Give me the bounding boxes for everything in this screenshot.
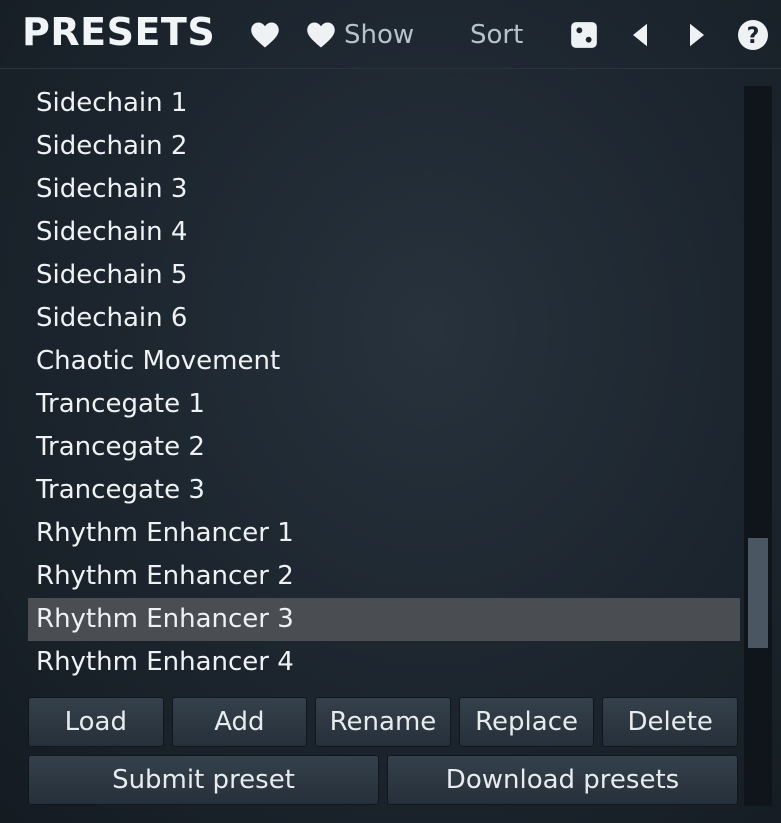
show-label: Show — [344, 20, 415, 50]
preset-list-item[interactable]: Chaotic Movement — [28, 340, 740, 383]
presets-panel: PRESETS Show Sort ? Sidechain 1 Sidechai… — [0, 0, 781, 823]
preset-list: Sidechain 1 Sidechain 2 Sidechain 3 Sidecha… — [28, 82, 740, 684]
preset-list-item[interactable]: Sidechain 6 — [28, 297, 740, 340]
download-presets-button[interactable]: Download presets — [387, 755, 738, 805]
question-circle-icon: ? — [738, 20, 768, 50]
preset-list-scrollbar[interactable] — [744, 86, 772, 806]
triangle-left-icon — [633, 23, 647, 47]
favorite-button[interactable] — [250, 18, 280, 52]
delete-button[interactable]: Delete — [602, 697, 738, 747]
rename-button[interactable]: Rename — [315, 697, 451, 747]
load-button[interactable]: Load — [28, 697, 164, 747]
preset-list-item[interactable]: Trancegate 2 — [28, 426, 740, 469]
preset-list-item[interactable]: Sidechain 2 — [28, 125, 740, 168]
preset-list-item[interactable]: Rhythm Enhancer 3 — [28, 598, 740, 641]
scrollbar-thumb[interactable] — [748, 538, 768, 648]
preset-list-item[interactable]: Sidechain 3 — [28, 168, 740, 211]
preset-list-item[interactable]: Rhythm Enhancer 1 — [28, 512, 740, 555]
preset-list-item[interactable]: Sidechain 4 — [28, 211, 740, 254]
preset-list-item[interactable]: Rhythm Enhancer 2 — [28, 555, 740, 598]
heart-icon — [251, 22, 279, 48]
submit-preset-button[interactable]: Submit preset — [28, 755, 379, 805]
add-button[interactable]: Add — [171, 697, 308, 747]
heart-icon — [307, 22, 335, 48]
preset-list-item[interactable]: Trancegate 1 — [28, 383, 740, 426]
next-preset-button[interactable] — [687, 18, 707, 52]
random-preset-button[interactable] — [570, 18, 598, 52]
help-button[interactable]: ? — [737, 18, 769, 52]
preset-actions-row: Load Add Rename Replace Delete — [28, 697, 738, 747]
presets-header: PRESETS Show Sort ? — [0, 0, 781, 69]
panel-title: PRESETS — [22, 10, 216, 54]
preset-list-item[interactable]: Sidechain 1 — [28, 82, 740, 125]
replace-button[interactable]: Replace — [458, 697, 595, 747]
sort-label: Sort — [470, 20, 524, 50]
preset-list-item[interactable]: Rhythm Enhancer 4 — [28, 641, 740, 684]
preset-share-row: Submit preset Download presets — [28, 755, 738, 805]
preset-list-item[interactable]: Sidechain 5 — [28, 254, 740, 297]
svg-text:?: ? — [747, 24, 760, 49]
sort-button[interactable]: Sort — [470, 18, 523, 52]
previous-preset-button[interactable] — [630, 18, 650, 52]
show-favorites-button[interactable]: Show — [306, 18, 414, 52]
dice-icon — [571, 22, 597, 48]
triangle-right-icon — [690, 23, 704, 47]
preset-list-item[interactable]: Trancegate 3 — [28, 469, 740, 512]
